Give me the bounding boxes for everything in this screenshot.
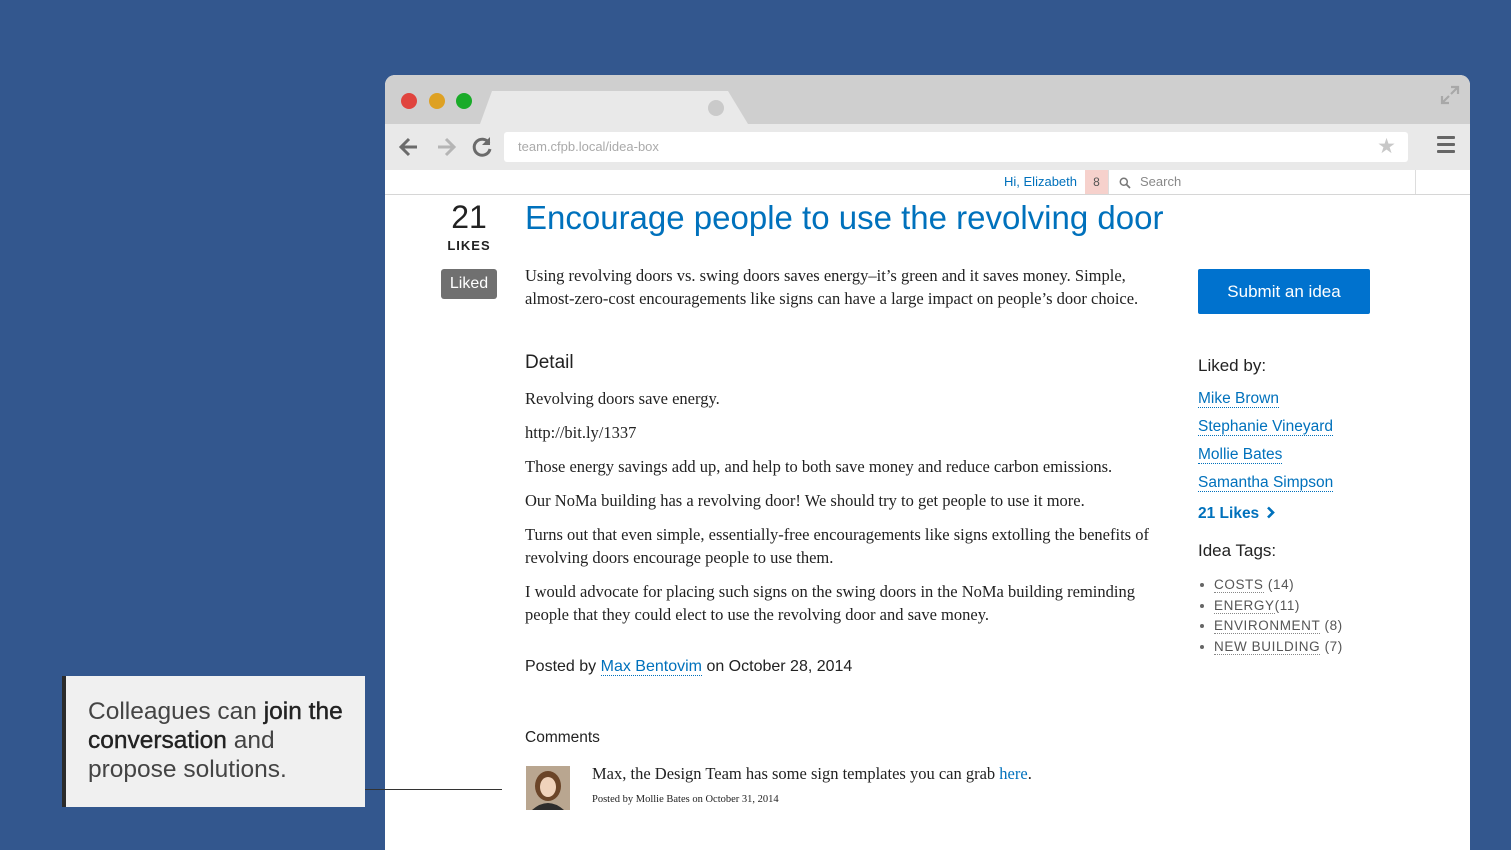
submit-idea-button[interactable]: Submit an idea bbox=[1198, 269, 1370, 314]
liker-link[interactable]: Samantha Simpson bbox=[1198, 474, 1334, 492]
browser-window: team.cfpb.local/idea-box ★ Hi, Elizabeth… bbox=[385, 75, 1470, 850]
forward-arrow-icon[interactable] bbox=[433, 134, 459, 160]
tag-count: (8) bbox=[1320, 618, 1343, 633]
search-icon bbox=[1119, 177, 1131, 189]
posted-by-line: Posted by Max Bentovim on October 28, 20… bbox=[525, 658, 852, 676]
all-likes-link[interactable]: 21 Likes bbox=[1198, 505, 1428, 523]
browser-tab[interactable] bbox=[480, 91, 748, 124]
search-placeholder: Search bbox=[1140, 174, 1182, 189]
back-arrow-icon[interactable] bbox=[396, 134, 422, 160]
detail-paragraph: Turns out that even simple, essentially-… bbox=[525, 525, 1149, 567]
detail-paragraph: http://bit.ly/1337 bbox=[525, 423, 637, 442]
maximize-window-button[interactable] bbox=[456, 93, 472, 109]
idea-title: Encourage people to use the revolving do… bbox=[525, 199, 1164, 236]
minimize-window-button[interactable] bbox=[429, 93, 445, 109]
tag-count: (11) bbox=[1274, 597, 1301, 613]
comment-text: Max, the Design Team has some sign templ… bbox=[592, 764, 1032, 784]
callout-connector-line bbox=[365, 789, 502, 790]
idea-tags-heading: Idea Tags: bbox=[1198, 541, 1277, 560]
detail-paragraph: Those energy savings add up, and help to… bbox=[525, 457, 1113, 476]
address-bar[interactable]: team.cfpb.local/idea-box ★ bbox=[504, 132, 1408, 162]
liker-link[interactable]: Mike Brown bbox=[1198, 390, 1279, 408]
callout-part: Colleagues can bbox=[88, 698, 264, 725]
browser-titlebar bbox=[385, 75, 1470, 124]
tag-item[interactable]: COSTS (14) bbox=[1198, 575, 1428, 596]
close-window-button[interactable] bbox=[401, 93, 417, 109]
commenter-avatar bbox=[526, 766, 570, 810]
posted-prefix: Posted by bbox=[525, 658, 597, 675]
tag-count: (7) bbox=[1320, 638, 1343, 654]
author-link[interactable]: Max Bentovim bbox=[600, 658, 702, 676]
fullscreen-icon[interactable] bbox=[1440, 85, 1460, 105]
tag-name[interactable]: COSTS bbox=[1214, 577, 1264, 593]
comment-body: Max, the Design Team has some sign templ… bbox=[592, 764, 996, 783]
detail-paragraph: I would advocate for placing such signs … bbox=[525, 582, 1135, 624]
callout-text: Colleagues can join the conversation and… bbox=[88, 697, 358, 784]
comment-meta: Posted by Mollie Bates on October 31, 20… bbox=[592, 794, 779, 805]
detail-body: Revolving doors save energy. http://bit.… bbox=[525, 387, 1175, 637]
likes-label: LIKES bbox=[447, 238, 491, 253]
site-search-input[interactable]: Search bbox=[1108, 170, 1416, 194]
tag-item[interactable]: NEW BUILDING (7) bbox=[1198, 637, 1428, 658]
detail-paragraph: Revolving doors save energy. bbox=[525, 389, 720, 408]
all-likes-label[interactable]: 21 Likes bbox=[1198, 505, 1259, 522]
site-header-bar: Hi, Elizabeth 8 Search bbox=[385, 170, 1470, 195]
url-text: team.cfpb.local/idea-box bbox=[518, 139, 659, 154]
liked-by-heading: Liked by: bbox=[1198, 356, 1267, 375]
liker-link[interactable]: Mollie Bates bbox=[1198, 446, 1283, 464]
posted-date: on October 28, 2014 bbox=[706, 658, 853, 675]
tag-name[interactable]: ENVIRONMENT bbox=[1214, 618, 1321, 634]
tag-list: COSTS (14) ENERGY(11) ENVIRONMENT (8) NE… bbox=[1198, 575, 1428, 657]
comments-heading: Comments bbox=[525, 729, 600, 746]
tag-name[interactable]: NEW BUILDING bbox=[1214, 638, 1321, 655]
liker-link[interactable]: Stephanie Vineyard bbox=[1198, 418, 1334, 436]
tag-item[interactable]: ENVIRONMENT (8) bbox=[1198, 616, 1428, 637]
tag-count: (14) bbox=[1263, 577, 1295, 592]
comment-link[interactable]: here bbox=[999, 764, 1027, 783]
comment-trail: . bbox=[1027, 764, 1032, 783]
bookmark-star-icon[interactable]: ★ bbox=[1377, 136, 1396, 158]
detail-paragraph: Our NoMa building has a revolving door! … bbox=[525, 491, 1085, 510]
idea-sidebar: Liked by: Mike Brown Stephanie Vineyard … bbox=[1198, 356, 1428, 657]
likes-count: 21 bbox=[451, 199, 487, 235]
browser-menu-icon[interactable] bbox=[1437, 136, 1455, 156]
tag-name[interactable]: ENERGY bbox=[1214, 597, 1275, 614]
notification-badge[interactable]: 8 bbox=[1085, 170, 1108, 194]
tab-close-icon[interactable] bbox=[708, 100, 724, 116]
browser-toolbar: team.cfpb.local/idea-box ★ bbox=[385, 124, 1470, 170]
tag-item[interactable]: ENERGY(11) bbox=[1198, 596, 1428, 617]
feature-callout: Colleagues can join the conversation and… bbox=[62, 676, 365, 807]
reload-icon[interactable] bbox=[469, 134, 495, 160]
liked-button[interactable]: Liked bbox=[441, 269, 497, 299]
detail-heading: Detail bbox=[525, 352, 574, 373]
idea-summary: Using revolving doors vs. swing doors sa… bbox=[525, 266, 1139, 308]
user-greeting[interactable]: Hi, Elizabeth bbox=[1004, 170, 1077, 194]
chevron-right-icon bbox=[1266, 506, 1275, 519]
